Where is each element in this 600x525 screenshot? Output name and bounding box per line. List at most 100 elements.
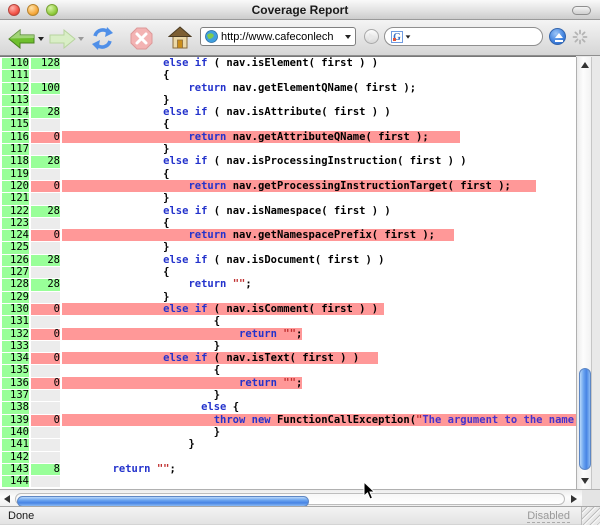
horizontal-scrollbar[interactable] bbox=[0, 489, 582, 506]
code-line: else if ( nav.isNamespace( first ) ) bbox=[62, 205, 391, 217]
line-number: 114 bbox=[2, 107, 29, 118]
hit-count bbox=[31, 95, 60, 106]
missed-code-line: return nav.getProcessingInstructionTarge… bbox=[62, 180, 536, 192]
stop-button[interactable] bbox=[130, 27, 153, 50]
line-number: 131 bbox=[2, 316, 29, 327]
hit-count bbox=[31, 193, 60, 204]
toolbar-toggle-pill[interactable] bbox=[572, 6, 591, 15]
line-number: 129 bbox=[2, 292, 29, 303]
hit-count bbox=[31, 119, 60, 130]
code-row: 11428 else if ( nav.isAttribute( first )… bbox=[2, 107, 576, 118]
code-cell: return ""; bbox=[62, 329, 576, 340]
zoom-button[interactable] bbox=[46, 4, 58, 16]
line-number: 121 bbox=[2, 193, 29, 204]
code-row: 123 { bbox=[2, 218, 576, 229]
line-number: 142 bbox=[2, 452, 29, 463]
code-cell: } bbox=[62, 242, 576, 253]
code-line: } bbox=[62, 426, 220, 438]
code-row: 111 { bbox=[2, 70, 576, 81]
code-line: } bbox=[62, 389, 220, 401]
code-line: else if ( nav.isAttribute( first ) ) bbox=[62, 106, 391, 118]
code-cell: } bbox=[62, 292, 576, 303]
search-dropdown-icon[interactable] bbox=[406, 35, 411, 38]
google-logo-icon: G bbox=[391, 31, 403, 43]
title-bar: Coverage Report bbox=[0, 0, 600, 20]
code-cell bbox=[62, 476, 576, 487]
home-button[interactable] bbox=[168, 26, 192, 50]
code-row: 1240 return nav.getNamespacePrefix( firs… bbox=[2, 230, 576, 241]
line-number: 139 bbox=[2, 415, 29, 426]
action-button[interactable] bbox=[549, 28, 566, 45]
code-cell: { bbox=[62, 316, 576, 327]
code-cell: { bbox=[62, 119, 576, 130]
line-number: 122 bbox=[2, 206, 29, 217]
code-cell: { bbox=[62, 218, 576, 229]
code-row: 12228 else if ( nav.isNamespace( first )… bbox=[2, 206, 576, 217]
back-button[interactable] bbox=[8, 29, 36, 49]
scroll-left-arrow[interactable] bbox=[1, 492, 14, 505]
code-row: 12628 else if ( nav.isDocument( first ) … bbox=[2, 255, 576, 266]
forward-dropdown-icon[interactable] bbox=[78, 37, 84, 41]
back-arrow-icon bbox=[9, 30, 34, 48]
code-cell: } bbox=[62, 95, 576, 106]
hit-count: 28 bbox=[31, 279, 60, 290]
vertical-scrollbar-thumb[interactable] bbox=[579, 368, 591, 470]
hit-count bbox=[31, 402, 60, 413]
code-row: 1200 return nav.getProcessingInstruction… bbox=[2, 181, 576, 192]
code-line: { bbox=[62, 364, 220, 376]
minimize-button[interactable] bbox=[27, 4, 39, 16]
close-button[interactable] bbox=[8, 4, 20, 16]
code-row: 141 } bbox=[2, 439, 576, 450]
hit-count bbox=[31, 218, 60, 229]
browser-window: Coverage Report bbox=[0, 0, 600, 524]
scroll-up-arrow[interactable] bbox=[577, 58, 592, 71]
hit-count bbox=[31, 390, 60, 401]
status-bar: Done Disabled bbox=[0, 506, 600, 524]
hit-count: 0 bbox=[31, 304, 60, 315]
hit-count bbox=[31, 427, 60, 438]
scroll-down-arrow[interactable] bbox=[577, 474, 592, 487]
code-row: 121 } bbox=[2, 193, 576, 204]
code-row: 129 } bbox=[2, 292, 576, 303]
code-line: else if ( nav.isElement( first ) ) bbox=[62, 57, 378, 69]
code-cell: { bbox=[62, 169, 576, 180]
home-icon bbox=[169, 27, 191, 48]
line-number: 115 bbox=[2, 119, 29, 130]
status-text: Done bbox=[8, 510, 34, 522]
line-number: 130 bbox=[2, 304, 29, 315]
line-number: 112 bbox=[2, 83, 29, 94]
code-row: 131 { bbox=[2, 316, 576, 327]
resize-grip-icon[interactable] bbox=[581, 507, 600, 525]
code-cell: return nav.getNamespacePrefix( first ); bbox=[62, 230, 576, 241]
code-cell: { bbox=[62, 70, 576, 81]
search-field[interactable]: G bbox=[384, 27, 543, 46]
forward-button[interactable] bbox=[48, 29, 76, 49]
disabled-indicator[interactable]: Disabled bbox=[527, 510, 570, 523]
code-line: { bbox=[62, 266, 169, 278]
horizontal-scrollbar-track[interactable] bbox=[15, 493, 565, 505]
code-row: 125 } bbox=[2, 242, 576, 253]
back-dropdown-icon[interactable] bbox=[38, 37, 44, 41]
code-line: else if ( nav.isDocument( first ) ) bbox=[62, 254, 384, 266]
url-dropdown-icon[interactable] bbox=[345, 35, 351, 39]
code-cell: throw new FunctionCallException("The arg… bbox=[62, 415, 576, 426]
line-number: 113 bbox=[2, 95, 29, 106]
line-number: 126 bbox=[2, 255, 29, 266]
go-button[interactable] bbox=[364, 29, 379, 44]
scroll-right-arrow[interactable] bbox=[567, 492, 580, 505]
code-row: 142 bbox=[2, 452, 576, 463]
code-cell: return ""; bbox=[62, 279, 576, 290]
line-number: 141 bbox=[2, 439, 29, 450]
code-row: 140 } bbox=[2, 427, 576, 438]
vertical-scrollbar[interactable] bbox=[576, 57, 592, 489]
code-line: } bbox=[62, 143, 169, 155]
code-row: 115 { bbox=[2, 119, 576, 130]
code-cell: else if ( nav.isDocument( first ) ) bbox=[62, 255, 576, 266]
code-line: else { bbox=[62, 401, 239, 413]
url-field[interactable]: http://www.cafeconlech bbox=[200, 27, 356, 46]
code-row: 110128 else if ( nav.isElement( first ) … bbox=[2, 58, 576, 69]
hit-count: 0 bbox=[31, 132, 60, 143]
code-cell: } bbox=[62, 193, 576, 204]
reload-button[interactable] bbox=[90, 26, 115, 51]
hit-count: 0 bbox=[31, 181, 60, 192]
